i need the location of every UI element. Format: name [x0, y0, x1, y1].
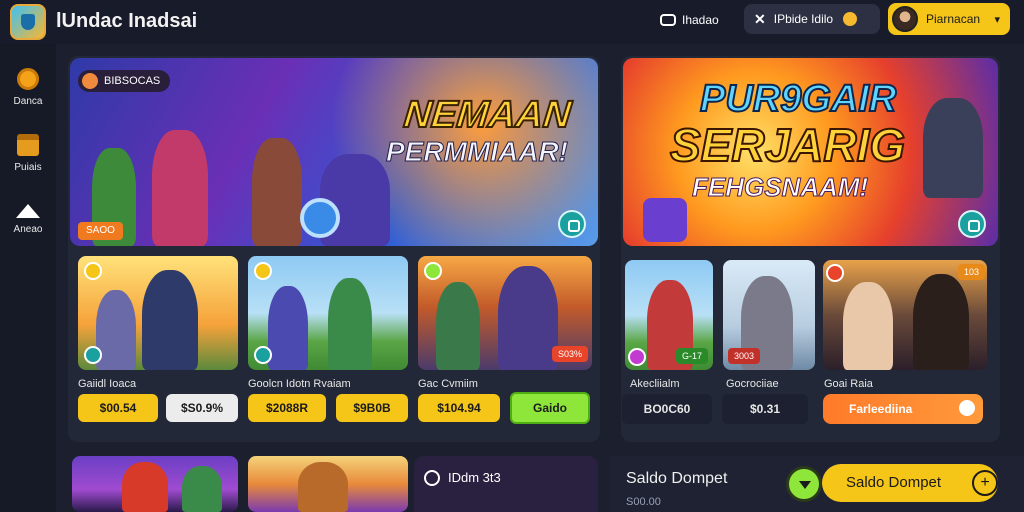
hero-badge: BIBSOCAS	[78, 70, 171, 92]
chevron-down-icon[interactable]	[786, 466, 822, 502]
card-tag: G-17	[676, 348, 709, 364]
hero-subtitle: PERMMIAAR!	[386, 136, 569, 168]
toggle-knob	[959, 400, 975, 416]
hero-badge-label: BIBSOCAS	[104, 75, 161, 87]
price-button[interactable]: $S0.9%	[166, 394, 238, 422]
hero-character	[152, 130, 208, 246]
sidebar-item-label: Danca	[13, 96, 43, 107]
hero-title: NEMAAN	[401, 93, 574, 137]
recent-games-label: IDdm 3t3	[448, 470, 501, 485]
recent-games-panel[interactable]: IDdm 3t3	[414, 456, 598, 512]
wallet-title: Saldo Dompet	[626, 470, 728, 487]
app-logo[interactable]	[10, 4, 46, 40]
card-character	[436, 282, 480, 370]
card-character	[142, 270, 198, 370]
sidebar-item-danca[interactable]: Danca	[0, 68, 56, 107]
avatar	[892, 6, 918, 32]
chevron-down-icon: ▾	[994, 13, 1000, 26]
card-character	[913, 274, 969, 370]
coin-icon	[254, 262, 272, 280]
fire-icon	[826, 264, 844, 282]
sidebar-item-label: Puiais	[14, 162, 42, 173]
hero-right-line3: FEHGSNAAM!	[691, 172, 869, 203]
graduation-cap-icon	[16, 204, 40, 218]
play-button[interactable]: Gaido	[510, 392, 590, 424]
gem-icon	[643, 198, 687, 242]
coin-icon	[843, 12, 858, 26]
controller-icon	[660, 14, 676, 26]
share-icon[interactable]	[958, 210, 986, 238]
treasure-chest-icon	[17, 134, 39, 156]
game-card-thumbnail[interactable]	[72, 456, 238, 512]
card-character	[843, 282, 893, 370]
coin-icon	[84, 262, 102, 280]
price-button[interactable]: $2088R	[248, 394, 326, 422]
sidebar-item-puiais[interactable]: Puiais	[0, 134, 56, 173]
toggle-label: Farleediina	[849, 402, 913, 416]
hero-right-line1: PUR9GAIR	[699, 77, 897, 121]
home-coin-icon	[17, 68, 39, 90]
controller-icon	[424, 470, 440, 486]
game-card-thumbnail[interactable]	[78, 256, 238, 370]
card-character	[498, 266, 558, 370]
card-tag: 103	[958, 264, 986, 280]
wallet-balance: S00.00	[626, 496, 661, 508]
card-character	[122, 462, 168, 512]
header-button-one-label: Ihadao	[682, 13, 719, 27]
hero-character	[252, 138, 302, 246]
top-header: lUndac Inadsai Ihadao ✕ IPbide Idilo Pia…	[0, 0, 1024, 44]
play-icon[interactable]	[84, 346, 102, 364]
profile-name: Piarnacan	[926, 12, 981, 26]
card-tag: S03%	[552, 346, 589, 362]
app-title: lUndac Inadsai	[56, 10, 198, 32]
coin-icon	[424, 262, 442, 280]
card-title: Goolcn Idotn Rvaiam	[248, 378, 351, 390]
header-button-two[interactable]: ✕ IPbide Idilo	[744, 4, 880, 34]
fire-icon	[82, 73, 98, 89]
hero-right-line2: SERJARIG	[669, 118, 906, 172]
card-title: Gocrociiae	[726, 378, 779, 390]
game-card-thumbnail[interactable]	[248, 456, 408, 512]
swords-icon: ✕	[754, 10, 766, 27]
card-character	[96, 290, 136, 370]
header-button-two-label: IPbide Idilo	[773, 12, 834, 26]
price-button[interactable]: $0.31	[722, 394, 808, 424]
sidebar-item-aneao[interactable]: Aneao	[0, 204, 56, 235]
card-character	[268, 286, 308, 370]
card-title: Gac Cvmiim	[418, 378, 478, 390]
sidebar: Danca Puiais Aneao	[0, 44, 56, 512]
price-button[interactable]: $104.94	[418, 394, 500, 422]
plus-icon[interactable]: +	[972, 470, 998, 496]
sidebar-item-label: Aneao	[13, 224, 43, 235]
card-title: Gaiidl Ioaca	[78, 378, 137, 390]
hero-character	[923, 98, 983, 198]
play-icon[interactable]	[254, 346, 272, 364]
toggle-button[interactable]: Farleediina	[823, 394, 983, 424]
header-button-one[interactable]: Ihadao	[652, 6, 738, 34]
price-button[interactable]: $00.54	[78, 394, 158, 422]
card-tag: 3003	[728, 348, 761, 364]
card-character	[328, 278, 372, 370]
share-icon[interactable]	[558, 210, 586, 238]
game-card-thumbnail[interactable]	[248, 256, 408, 370]
play-icon[interactable]	[628, 348, 646, 366]
card-character	[182, 466, 222, 512]
hero-tag: SAOO	[78, 222, 123, 240]
card-title: Akecliialm	[630, 378, 680, 390]
price-button[interactable]: $9B0B	[336, 394, 408, 422]
card-title: Goai Raia	[824, 378, 873, 390]
profile-dropdown[interactable]: Piarnacan ▾	[888, 3, 1010, 35]
price-button[interactable]: BO0C60	[622, 394, 712, 424]
card-character	[298, 462, 348, 512]
shield-icon	[300, 198, 340, 238]
